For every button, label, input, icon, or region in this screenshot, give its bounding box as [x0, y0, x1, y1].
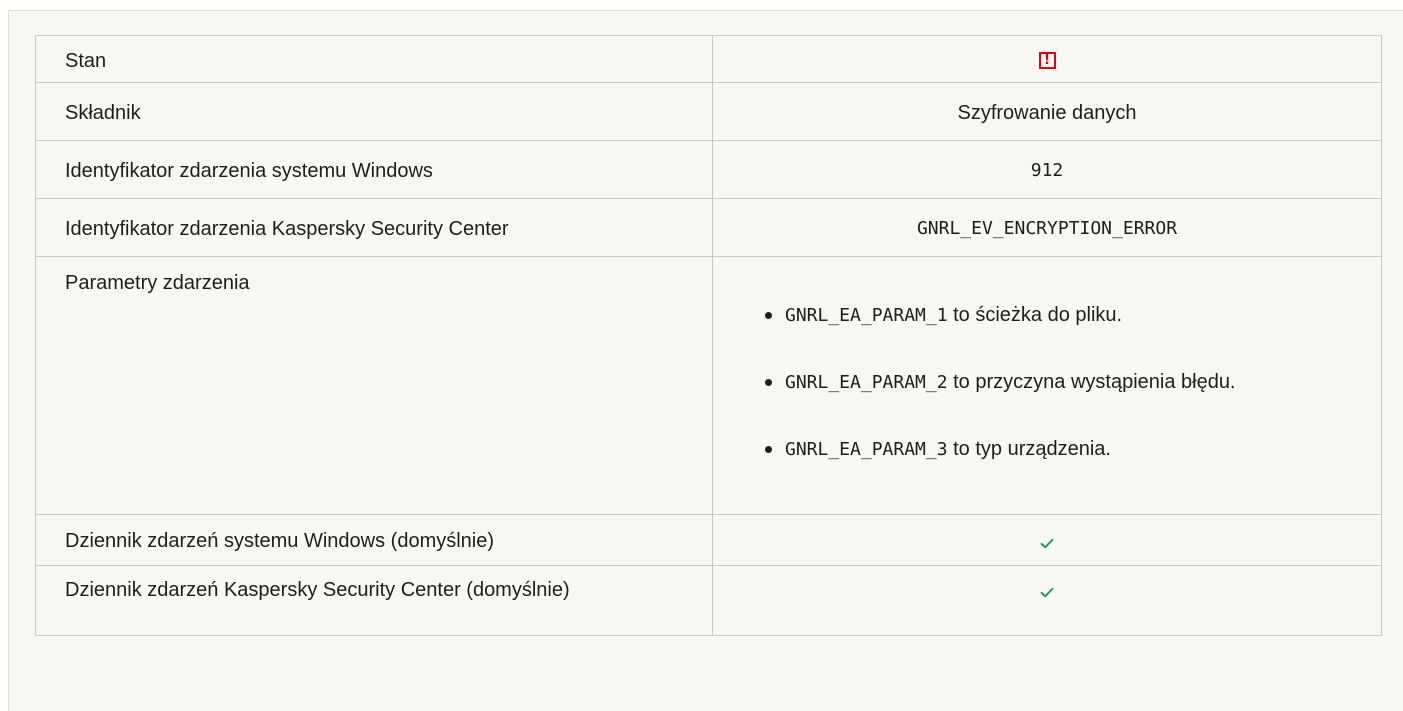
- row-label-ksc-log: Dziennik zdarzeń Kaspersky Security Cent…: [35, 565, 713, 636]
- check-icon: [1040, 588, 1054, 598]
- event-details-panel: Stan ! Składnik Szyfrowanie danych Ident…: [8, 10, 1403, 711]
- param-description: to przyczyna wystąpienia błędu.: [947, 371, 1236, 393]
- table-row: Identyfikator zdarzenia Kaspersky Securi…: [35, 198, 1382, 257]
- row-label-windows-event-id: Identyfikator zdarzenia systemu Windows: [35, 140, 713, 199]
- check-icon: [1040, 539, 1054, 549]
- param-code: GNRL_EA_PARAM_2: [785, 372, 948, 393]
- bullet-icon: [765, 312, 772, 319]
- row-value-ksc-log: [712, 565, 1382, 636]
- param-code: GNRL_EA_PARAM_1: [785, 305, 948, 326]
- event-params-list: GNRL_EA_PARAM_1 to ścieżka do pliku. GNR…: [735, 297, 1359, 468]
- list-item: GNRL_EA_PARAM_3 to typ urządzenia.: [765, 431, 1359, 468]
- row-value-ksc-event-id: GNRL_EV_ENCRYPTION_ERROR: [712, 198, 1382, 257]
- param-description: to typ urządzenia.: [947, 438, 1111, 460]
- row-label-windows-log: Dziennik zdarzeń systemu Windows (domyśl…: [35, 514, 713, 566]
- row-label-stan: Stan: [35, 35, 713, 83]
- row-label-event-params: Parametry zdarzenia: [35, 256, 713, 515]
- table-row: Dziennik zdarzeń Kaspersky Security Cent…: [35, 565, 1382, 636]
- event-info-table: Stan ! Składnik Szyfrowanie danych Ident…: [35, 35, 1382, 636]
- row-value-windows-event-id: 912: [712, 140, 1382, 199]
- row-label-component: Składnik: [35, 82, 713, 141]
- table-row: Dziennik zdarzeń systemu Windows (domyśl…: [35, 514, 1382, 566]
- row-value-stan: !: [712, 35, 1382, 83]
- list-item: GNRL_EA_PARAM_2 to przyczyna wystąpienia…: [765, 364, 1359, 401]
- param-description: to ścieżka do pliku.: [947, 304, 1123, 326]
- row-label-ksc-event-id: Identyfikator zdarzenia Kaspersky Securi…: [35, 198, 713, 257]
- table-row: Stan !: [35, 35, 1382, 83]
- row-value-event-params: GNRL_EA_PARAM_1 to ścieżka do pliku. GNR…: [712, 256, 1382, 515]
- table-row: Składnik Szyfrowanie danych: [35, 82, 1382, 141]
- table-row: Identyfikator zdarzenia systemu Windows …: [35, 140, 1382, 199]
- row-value-component: Szyfrowanie danych: [712, 82, 1382, 141]
- bullet-icon: [765, 446, 772, 453]
- list-item: GNRL_EA_PARAM_1 to ścieżka do pliku.: [765, 297, 1359, 334]
- row-value-windows-log: [712, 514, 1382, 566]
- param-code: GNRL_EA_PARAM_3: [785, 439, 948, 460]
- table-row: Parametry zdarzenia GNRL_EA_PARAM_1 to ś…: [35, 256, 1382, 515]
- bullet-icon: [765, 379, 772, 386]
- status-error-icon: !: [1038, 51, 1056, 69]
